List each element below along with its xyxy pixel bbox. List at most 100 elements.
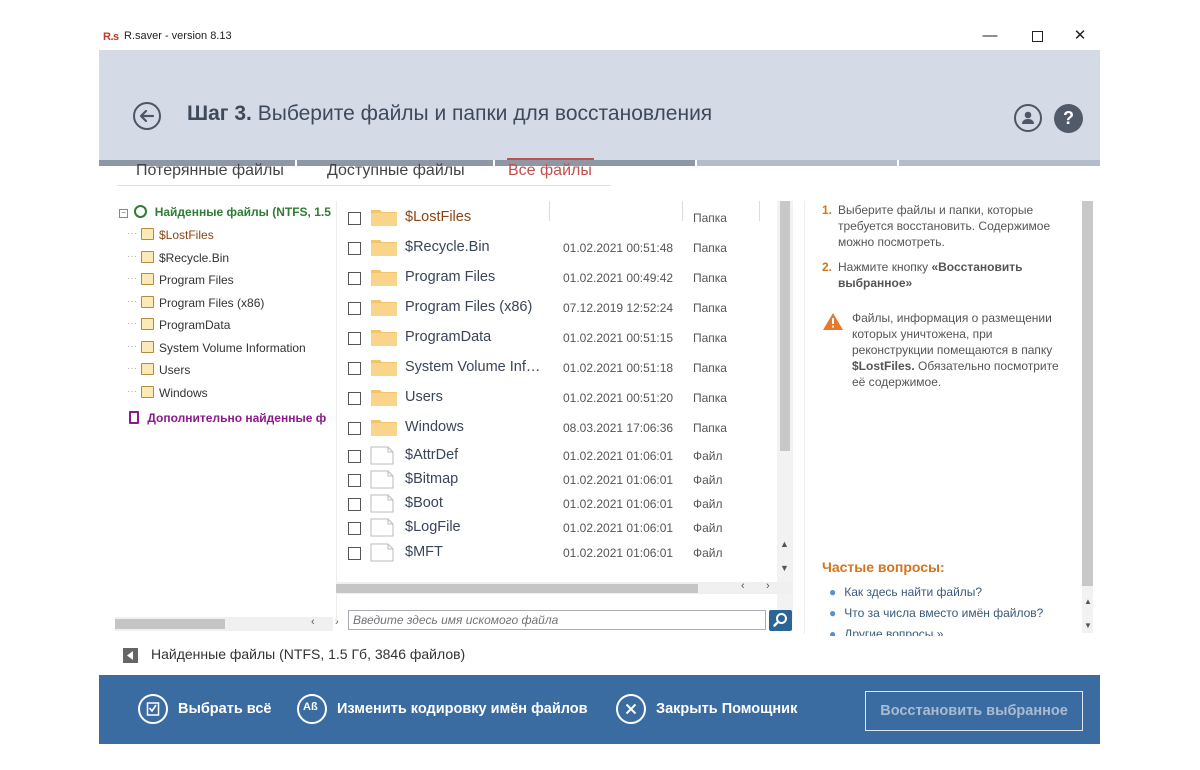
row-checkbox[interactable] [348, 474, 361, 487]
tree-item-lostfiles[interactable]: ··· $LostFiles [127, 228, 214, 248]
tree-item-programdata[interactable]: ··· ProgramData [127, 318, 230, 338]
folder-icon [141, 228, 154, 240]
tree-item-system-volume[interactable]: ··· System Volume Information [127, 341, 306, 361]
row-checkbox[interactable] [348, 212, 361, 225]
folder-icon [141, 251, 154, 263]
tab-lost-files[interactable]: Потерянные файлы [136, 162, 284, 187]
scroll-up-icon[interactable]: ▲ [780, 539, 789, 549]
scrollbar-thumb[interactable] [780, 201, 790, 451]
tree-horizontal-scrollbar[interactable]: ‹ › [115, 616, 339, 631]
file-list-horizontal-scrollbar[interactable]: ‹ › [336, 580, 792, 594]
scroll-right-icon[interactable]: › [766, 580, 770, 592]
row-checkbox[interactable] [348, 242, 361, 255]
file-row[interactable]: $LogFile 01.02.2021 01:06:01 Файл [337, 517, 777, 541]
file-date: 01.02.2021 00:49:42 [563, 271, 674, 285]
tree-root-node[interactable]: − Найденные файлы (NTFS, 1.5 Г [119, 205, 333, 225]
scroll-down-icon[interactable]: ▼ [780, 563, 789, 573]
file-type: Папка [693, 241, 727, 255]
row-checkbox[interactable] [348, 272, 361, 285]
file-list-vertical-scrollbar[interactable]: ▲ ▼ [777, 201, 793, 621]
file-row[interactable]: $Boot 01.02.2021 01:06:01 Файл [337, 493, 777, 517]
file-type: Файл [693, 521, 723, 535]
minimize-button[interactable]: — [968, 24, 1012, 50]
select-all-icon [138, 694, 168, 724]
tree-item-windows[interactable]: ··· Windows [127, 386, 208, 406]
file-row[interactable]: System Volume Inf… 01.02.2021 00:51:18 Пап… [337, 357, 777, 381]
file-row[interactable]: Users 01.02.2021 00:51:20 Папка [337, 387, 777, 411]
faq-title: Частые вопросы: [822, 559, 945, 575]
tab-all-files[interactable]: Все файлы [508, 162, 592, 187]
search-button[interactable] [769, 610, 792, 631]
row-checkbox[interactable] [348, 362, 361, 375]
file-list: $LostFiles Папка $Recycle.Bin 01.02.2021 00… [336, 201, 793, 621]
faq-link-other[interactable]: ● Другие вопросы » [829, 627, 943, 636]
tree-item-recycle-bin[interactable]: ··· $Recycle.Bin [127, 251, 229, 271]
tree-item-program-files-x86[interactable]: ··· Program Files (x86) [127, 296, 264, 316]
row-checkbox[interactable] [348, 422, 361, 435]
file-row[interactable]: Program Files (x86) 07.12.2019 12:52:24 Па… [337, 297, 777, 321]
tree-item-users[interactable]: ··· Users [127, 363, 190, 383]
scroll-left-icon[interactable]: ‹ [741, 580, 745, 592]
close-icon [616, 694, 646, 724]
collapse-icon[interactable]: − [119, 209, 128, 218]
row-checkbox[interactable] [348, 302, 361, 315]
file-name: Users [405, 389, 443, 405]
file-type: Файл [693, 546, 723, 560]
row-checkbox[interactable] [348, 547, 361, 560]
hint-step-1: 1. Выберите файлы и папки, которые требу… [822, 203, 1051, 249]
help-button[interactable]: ? [1054, 104, 1083, 133]
file-type: Файл [693, 449, 723, 463]
file-row[interactable]: Windows 08.03.2021 17:06:36 Папка [337, 417, 777, 441]
folder-icon [371, 420, 397, 436]
file-row[interactable]: $MFT 01.02.2021 01:06:01 Файл [337, 542, 777, 566]
scroll-left-icon[interactable]: ‹ [311, 616, 315, 628]
status-collapse-button[interactable] [123, 648, 138, 663]
faq-link-numbers[interactable]: ● Что за числа вместо имён файлов? [829, 606, 1043, 620]
faq-link-find-files[interactable]: ● Как здесь найти файлы? [829, 585, 982, 599]
help-panel-scrollbar[interactable]: ▲ ▼ [1082, 201, 1093, 633]
tab-available-files[interactable]: Доступные файлы [327, 162, 465, 187]
file-date: 01.02.2021 00:51:48 [563, 241, 674, 255]
file-row[interactable]: $AttrDef 01.02.2021 01:06:01 Файл [337, 445, 777, 469]
maximize-button[interactable] [1015, 24, 1059, 50]
row-checkbox[interactable] [348, 332, 361, 345]
scrollbar-thumb[interactable] [1082, 201, 1093, 586]
account-button[interactable] [1014, 104, 1042, 132]
row-checkbox[interactable] [348, 522, 361, 535]
file-type: Папка [693, 271, 727, 285]
file-icon [370, 470, 394, 489]
file-type: Папка [693, 361, 727, 375]
scrollbar-thumb[interactable] [336, 584, 698, 593]
tree-extra-node[interactable]: Дополнительно найденные ф [119, 411, 326, 431]
file-row[interactable]: $Recycle.Bin 01.02.2021 00:51:48 Папка [337, 237, 777, 261]
file-icon [370, 446, 394, 465]
scrollbar-thumb[interactable] [115, 619, 225, 629]
folder-icon [141, 296, 154, 308]
folder-icon [371, 390, 397, 406]
file-name: $Recycle.Bin [405, 239, 490, 255]
row-checkbox[interactable] [348, 498, 361, 511]
file-type: Файл [693, 473, 723, 487]
arrow-left-icon [139, 109, 155, 123]
folder-icon [371, 330, 397, 346]
file-search-input[interactable] [348, 610, 766, 630]
restore-selected-button[interactable]: Восстановить выбранное [865, 691, 1083, 731]
row-checkbox[interactable] [348, 450, 361, 463]
file-row[interactable]: Program Files 01.02.2021 00:49:42 Папка [337, 267, 777, 291]
file-row[interactable]: ProgramData 01.02.2021 00:51:15 Папка [337, 327, 777, 351]
folder-icon [141, 386, 154, 398]
close-window-button[interactable]: ✕ [1058, 24, 1102, 50]
scroll-down-icon[interactable]: ▼ [1084, 621, 1092, 630]
tree-extra-label: Дополнительно найденные ф [147, 411, 327, 425]
scroll-up-icon[interactable]: ▲ [1084, 597, 1092, 606]
folder-icon [371, 210, 397, 226]
file-name: $Boot [405, 495, 443, 511]
file-row[interactable]: $Bitmap 01.02.2021 01:06:01 Файл [337, 469, 777, 493]
tree-item-program-files[interactable]: ··· Program Files [127, 273, 234, 293]
folder-icon [371, 360, 397, 376]
back-button[interactable] [133, 102, 161, 130]
file-name: ProgramData [405, 329, 492, 345]
file-row[interactable]: $LostFiles Папка [337, 207, 777, 231]
folder-icon [371, 270, 397, 286]
row-checkbox[interactable] [348, 392, 361, 405]
